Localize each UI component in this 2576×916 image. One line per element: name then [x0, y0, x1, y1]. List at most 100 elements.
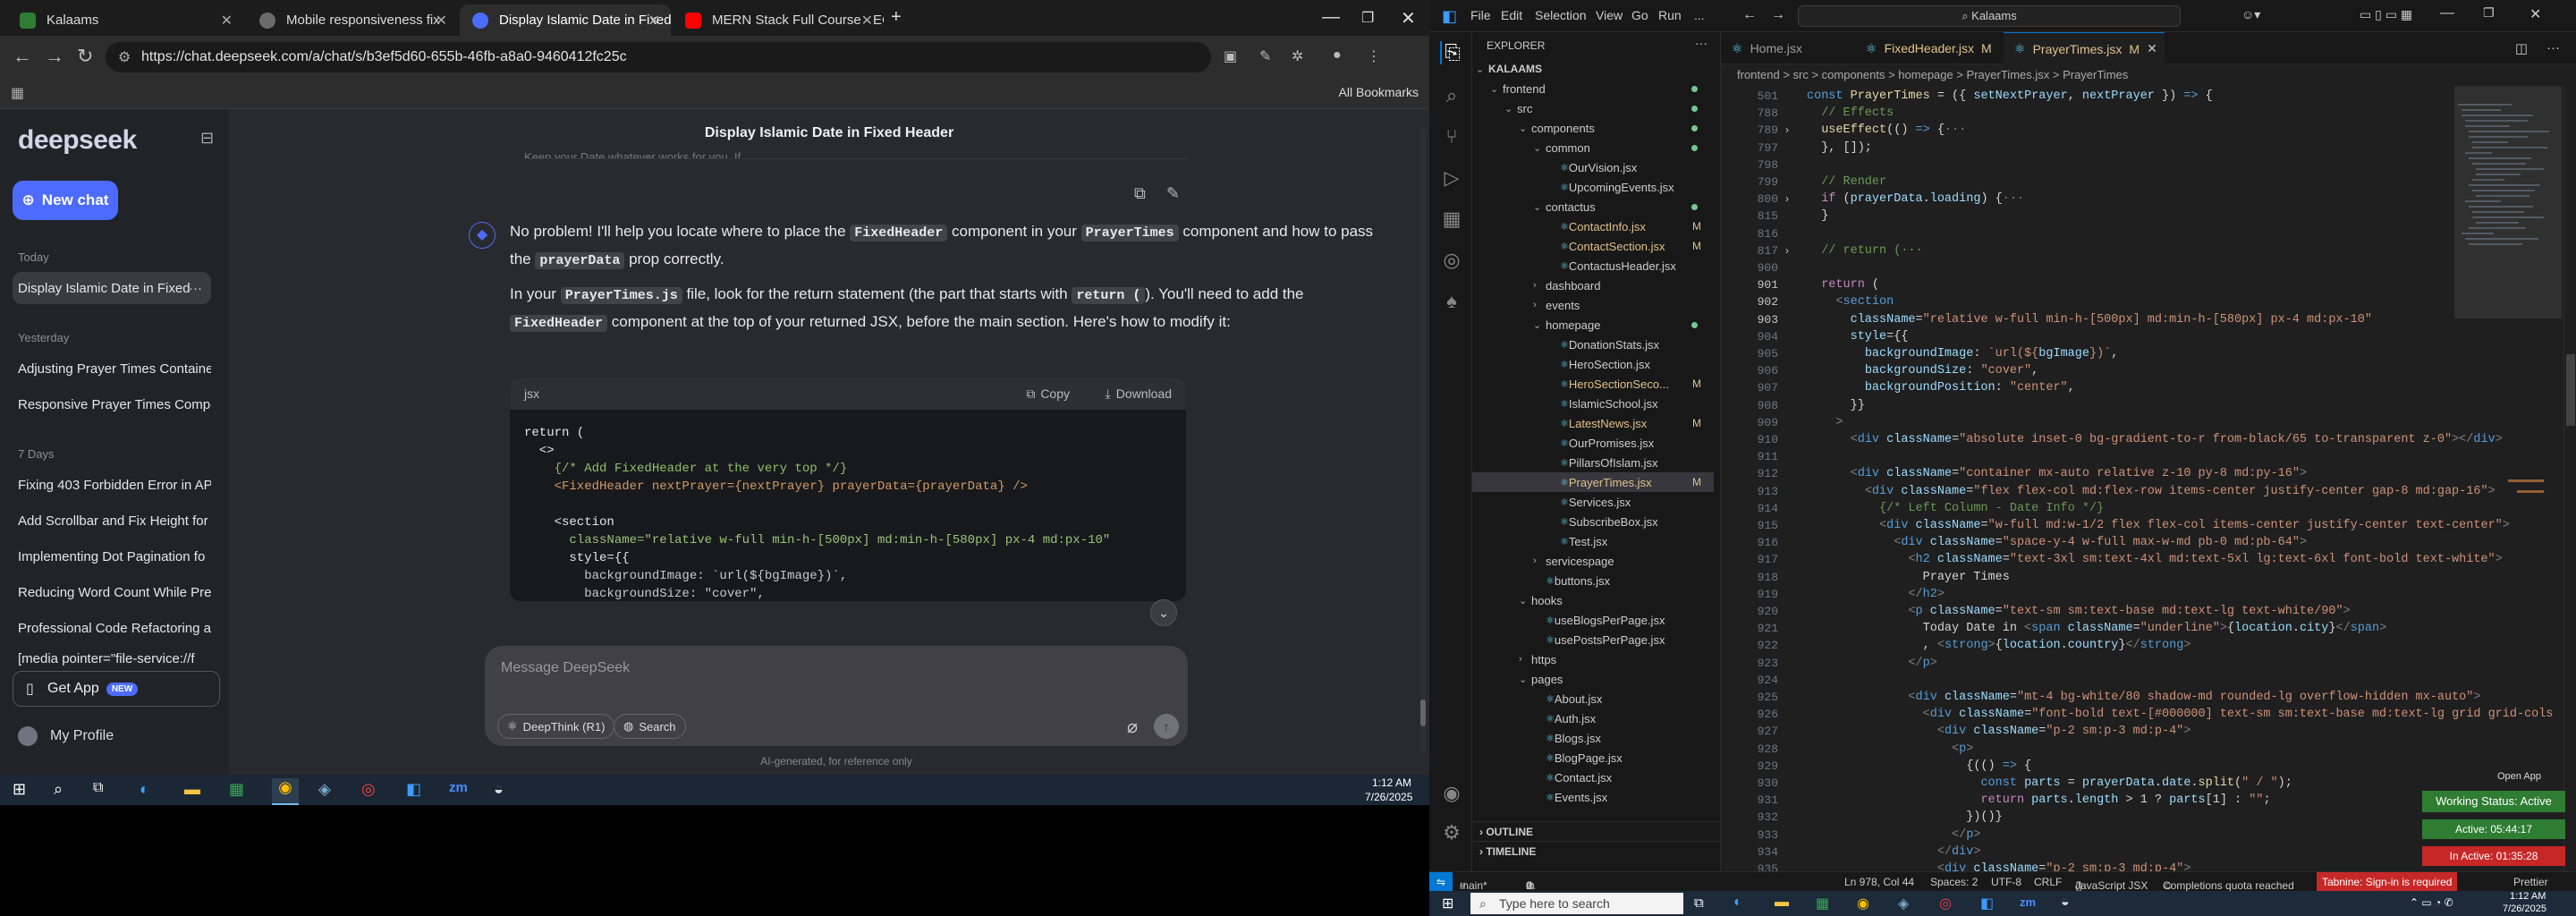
edge-icon[interactable]: ◐	[1733, 895, 1742, 911]
search-icon[interactable]: ⌕	[1440, 84, 1463, 107]
history-item[interactable]: Adjusting Prayer Times Containe	[13, 352, 211, 385]
windows-start-icon[interactable]: ⊞	[13, 780, 26, 799]
close-window-icon[interactable]: ✕	[1401, 7, 1416, 30]
my-profile-button[interactable]: My Profile	[18, 726, 114, 746]
chrome-icon[interactable]: ◉	[272, 778, 299, 805]
close-tab-icon[interactable]: ✕	[2147, 41, 2157, 56]
eol[interactable]: CRLF	[2034, 876, 2062, 888]
history-item[interactable]: Professional Code Refactoring a	[13, 612, 211, 644]
editor-tab-home[interactable]: ⚛ Home.jsx	[1721, 32, 1855, 64]
address-bar[interactable]: ⚙ https://chat.deepseek.com/a/chat/s/b3e…	[106, 42, 1211, 72]
tree-folder[interactable]: ⌄ common	[1472, 138, 1714, 157]
file-explorer-icon[interactable]: ▬	[1775, 895, 1789, 911]
close-window-icon[interactable]: ✕	[2529, 5, 2541, 23]
back-icon[interactable]: ←	[13, 45, 32, 68]
browser-tab-youtube[interactable]: MERN Stack Full Course - ECom ✕	[673, 4, 884, 36]
deepthink-toggle[interactable]: ⚛ DeepThink (R1)	[497, 714, 615, 739]
browser-tab-mobile-fix[interactable]: Mobile responsiveness fix ✕	[247, 4, 458, 36]
menu-more[interactable]: ...	[1694, 8, 1705, 22]
tree-file[interactable]: ⚛ DonationStats.jsx	[1472, 335, 1714, 354]
task-view-icon[interactable]: ⧉	[93, 780, 103, 796]
browser-tab-deepseek[interactable]: Display Islamic Date in Fixed He ✕	[460, 4, 671, 36]
command-center[interactable]: ⌕ Kalaams	[1798, 5, 2181, 27]
encoding[interactable]: UTF-8	[1991, 876, 2021, 888]
github-icon[interactable]: ◎	[1939, 895, 1952, 912]
tree-file[interactable]: ⚛ useBlogsPerPage.jsx	[1472, 610, 1714, 630]
edit-message-icon[interactable]: ✎	[1166, 184, 1180, 203]
search-icon[interactable]: ⌕	[54, 780, 63, 799]
fold-chevron-icon[interactable]: ›	[1785, 123, 1789, 136]
tree-file[interactable]: ⚛ Blogs.jsx	[1472, 728, 1714, 748]
file-explorer-icon[interactable]: ▬	[184, 780, 200, 799]
tree-file[interactable]: ⚛ HeroSectionSeco... M	[1472, 374, 1714, 394]
tree-folder[interactable]: › dashboard	[1472, 276, 1714, 295]
chat-scrollbar[interactable]	[1420, 127, 1426, 753]
editor-tab-prayertimes[interactable]: ⚛ PrayerTimes.jsx M ✕	[2004, 32, 2165, 64]
tree-file[interactable]: ⚛ Services.jsx	[1472, 492, 1714, 512]
tree-folder[interactable]: › servicespage	[1472, 551, 1714, 571]
forward-icon[interactable]: →	[45, 45, 64, 68]
code-editor[interactable]: 501 const PrayerTimes = ({ setNextPrayer,…	[1721, 86, 2576, 871]
tree-folder[interactable]: ⌄ src	[1472, 98, 1714, 118]
tree-folder[interactable]: ⌄ frontend	[1472, 79, 1714, 98]
tree-folder[interactable]: ⌄ homepage	[1472, 315, 1714, 335]
tree-file[interactable]: ⚛ SubscribeBox.jsx	[1472, 512, 1714, 531]
tree-file[interactable]: ⚛ Auth.jsx	[1472, 708, 1714, 728]
source-control-icon[interactable]: ⑂	[1440, 125, 1463, 148]
history-item[interactable]: Implementing Dot Pagination fo	[13, 540, 211, 572]
menu-edit[interactable]: Edit	[1501, 8, 1522, 22]
menu-file[interactable]: File	[1470, 8, 1491, 22]
get-app-button[interactable]: ▯ Get App NEW	[13, 671, 220, 707]
tree-file[interactable]: ⚛ HeroSection.jsx	[1472, 354, 1714, 374]
tree-file[interactable]: ⚛ LatestNews.jsx M	[1472, 413, 1714, 433]
copilot-icon[interactable]: ☺▾	[2241, 7, 2260, 22]
nav-forward-icon[interactable]: →	[1771, 7, 1785, 23]
github-icon[interactable]: ◎	[1440, 249, 1463, 272]
close-tab-icon[interactable]: ✕	[648, 12, 660, 30]
profile-icon[interactable]: ●	[1333, 47, 1342, 64]
store-icon[interactable]: ▦	[1816, 895, 1829, 912]
message-input[interactable]: Message DeepSeek	[501, 660, 630, 676]
collapse-sidebar-icon[interactable]: ⊟	[200, 129, 214, 148]
tree-file[interactable]: ⚛ usePostsPerPage.jsx	[1472, 630, 1714, 649]
tree-file[interactable]: ⚛ ContactSection.jsx M	[1472, 236, 1714, 256]
search-toggle[interactable]: ◍ Search	[614, 714, 686, 739]
tree-folder[interactable]: › https	[1472, 649, 1714, 669]
tree-file[interactable]: ⚛ ContactusHeader.jsx	[1472, 256, 1714, 276]
restore-icon[interactable]: ❐	[1361, 9, 1374, 27]
extension-icon[interactable]: ▣	[1224, 47, 1237, 65]
nav-back-icon[interactable]: ←	[1742, 7, 1757, 23]
tabnine-status[interactable]: Tabnine: Sign-in is required	[2317, 872, 2458, 892]
pen-extension-icon[interactable]: ✎	[1259, 47, 1271, 65]
puzzle-icon[interactable]: ✲	[1292, 47, 1303, 65]
tree-file[interactable]: ⚛ PrayerTimes.jsx M	[1472, 472, 1714, 492]
mongodb-leaf-icon[interactable]: ♠	[1440, 290, 1463, 313]
reload-icon[interactable]: ↻	[77, 45, 93, 68]
history-item[interactable]: Responsive Prayer Times Compo	[13, 388, 211, 420]
new-chat-button[interactable]: ⊕ New chat	[13, 181, 118, 220]
fold-chevron-icon[interactable]: ›	[1785, 192, 1789, 205]
indentation[interactable]: Spaces: 2	[1930, 876, 1978, 888]
menu-run[interactable]: Run	[1658, 8, 1682, 22]
app-icon[interactable]: ◒	[2061, 895, 2070, 911]
more-options-icon[interactable]: ···	[189, 281, 202, 296]
vscode-icon[interactable]: ◧	[406, 780, 421, 799]
fold-chevron-icon[interactable]: ›	[1785, 244, 1789, 257]
history-item[interactable]: Display Islamic Date in Fixed ···	[13, 272, 211, 304]
history-item[interactable]: [media pointer="file-service://f	[13, 648, 211, 669]
tree-folder[interactable]: ⌄ KALAAMS	[1472, 59, 1714, 79]
tree-file[interactable]: ⚛ ContactInfo.jsx M	[1472, 216, 1714, 236]
minimize-icon[interactable]: —	[2440, 5, 2454, 21]
minimize-icon[interactable]: —	[1322, 7, 1340, 28]
menu-selection[interactable]: Selection	[1535, 8, 1587, 22]
tree-folder[interactable]: ⌄ pages	[1472, 669, 1714, 689]
tree-file[interactable]: ⚛ About.jsx	[1472, 689, 1714, 708]
menu-go[interactable]: Go	[1631, 8, 1648, 22]
system-tray-icons[interactable]: ⌃ ▭ ◔ ✆	[2410, 896, 2453, 909]
account-icon[interactable]: ◉	[1440, 782, 1463, 805]
new-tab-icon[interactable]: +	[891, 7, 902, 28]
taskbar-search[interactable]: ⌕ Type here to search	[1470, 893, 1683, 914]
windows-start-icon[interactable]: ⊞	[1442, 895, 1453, 912]
zoom-icon[interactable]: zm	[2020, 895, 2036, 909]
open-app-link[interactable]: Open App	[2497, 771, 2565, 785]
